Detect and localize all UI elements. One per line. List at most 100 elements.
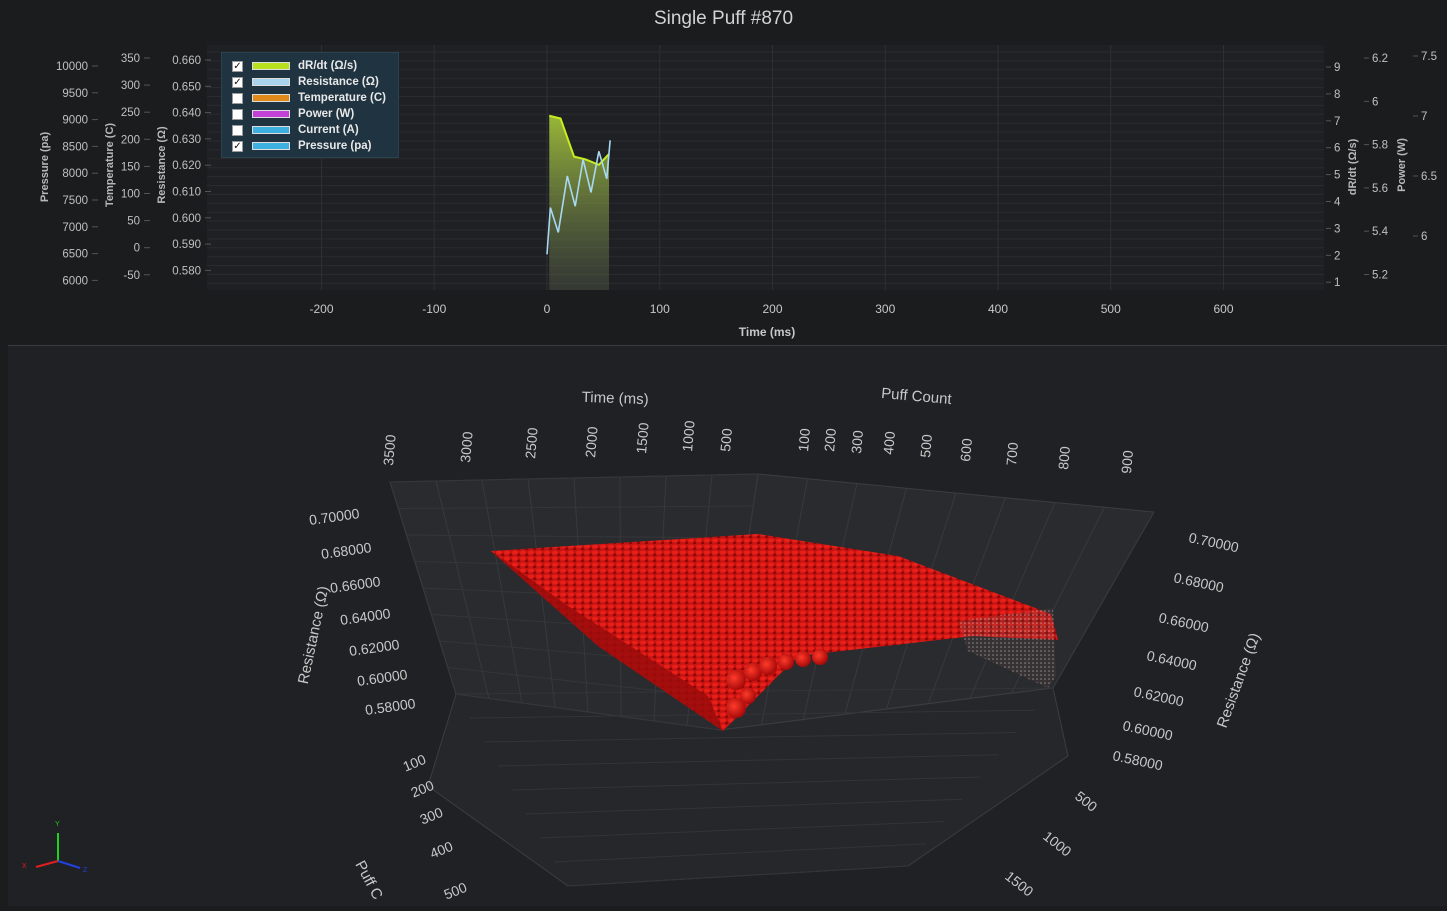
axis-tick-label: 0.62000 xyxy=(348,636,401,659)
axis-tick-label: 3500 xyxy=(380,434,399,467)
axis-tick-label: 0.70000 xyxy=(1187,529,1240,555)
axis-tick-label: 7 xyxy=(1421,111,1427,123)
axis-tick-label: 1500 xyxy=(1002,868,1037,900)
axis-tick-label: 0.68000 xyxy=(320,539,373,562)
legend-swatch xyxy=(252,78,290,86)
puff-count-left-label: Puff C xyxy=(351,858,386,903)
axis-tick-label: 2 xyxy=(1334,250,1340,262)
axis-tick-label: 1000 xyxy=(1040,828,1075,860)
resistance-axis-right: 0.70000 0.68000 0.66000 0.64000 0.62000 0.600… xyxy=(1111,529,1240,773)
axis-tick-label: 0.650 xyxy=(172,81,201,93)
gizmo-z-axis xyxy=(57,860,81,869)
axis-tick-label: 100 xyxy=(795,427,813,452)
axis-tick-label: 0.600 xyxy=(172,213,201,225)
axis-tick-label: 250 xyxy=(121,107,140,119)
axis-tick-label: -50 xyxy=(123,270,140,282)
axis-tick-label: 0.64000 xyxy=(339,605,392,628)
axis-tick-label: 900 xyxy=(1118,449,1136,474)
resistance-axis-label: Resistance (Ω) xyxy=(156,126,168,204)
legend-swatch xyxy=(252,94,290,102)
axis-tick-label: 700 xyxy=(1003,441,1021,466)
extra-axis: 7.5 7 6.5 6 xyxy=(1413,51,1437,243)
gizmo-y-label: Y xyxy=(55,821,60,828)
legend-item[interactable]: Temperature (C) xyxy=(232,91,397,107)
time-axis: -200 -100 0 100 200 300 400 500 600 xyxy=(309,302,1233,316)
axis-tick-label: 8000 xyxy=(62,168,88,180)
highlight-dot xyxy=(812,649,828,665)
axis-tick-label: 400 xyxy=(427,838,455,862)
gizmo-z-label: Z xyxy=(83,867,88,874)
axis-tick-label: 600 xyxy=(957,437,975,462)
temperature-axis-label: Temperature (C) xyxy=(104,123,116,207)
axis-tick-label: 400 xyxy=(880,430,898,455)
axis-tick-label: 0.610 xyxy=(172,187,201,199)
axis-tick-label: 0.620 xyxy=(172,160,201,172)
time-axis-right: 500 10001500 xyxy=(1002,788,1100,900)
axis-tick-label: 150 xyxy=(121,161,140,173)
axis-tick-label: 800 xyxy=(1055,445,1073,470)
axis-tick-label: 7500 xyxy=(62,195,88,207)
axis-tick-label: 0.66000 xyxy=(1157,609,1210,635)
axis-tick-label: 200 xyxy=(762,302,782,316)
scatter-3d-chart[interactable]: 3500 3000 2500 2000 1500 1000 500 100 200 300 400… xyxy=(8,346,1447,906)
axis-tick-label: 5.2 xyxy=(1372,270,1388,282)
axis-tick-label: 0.70000 xyxy=(308,505,361,528)
legend-checkbox[interactable]: ✓ xyxy=(232,61,243,72)
axis-tick-label: 100 xyxy=(650,302,670,316)
axis-tick-label: 200 xyxy=(821,427,839,452)
axis-tick-label: 300 xyxy=(848,429,866,454)
axis-tick-label: 500 xyxy=(917,433,935,458)
axis-tick-label: 7 xyxy=(1334,116,1340,128)
gizmo-x-axis xyxy=(35,860,59,868)
legend-checkbox[interactable]: ✓ xyxy=(232,77,243,88)
axis-tick-label: 6 xyxy=(1421,231,1427,243)
puff-history-3d-panel[interactable]: 3500 3000 2500 2000 1500 1000 500 100 200 300 400… xyxy=(8,346,1447,906)
legend-checkbox[interactable] xyxy=(232,93,243,104)
axis-tick-label: 0.64000 xyxy=(1145,647,1198,673)
axis-tick-label: 0.590 xyxy=(172,239,201,251)
axis-tick-label: 0.660 xyxy=(172,55,201,67)
legend-item[interactable]: Current (A) xyxy=(232,123,397,139)
axis-tick-label: 0.60000 xyxy=(1121,717,1174,743)
legend-item[interactable]: Power (W) xyxy=(232,107,397,123)
legend-item[interactable]: ✓ Pressure (pa) xyxy=(232,139,397,155)
legend-label: Temperature (C) xyxy=(298,92,386,104)
axis-tick-label: 500 xyxy=(1101,302,1121,316)
axis-tick-label: 100 xyxy=(121,189,140,201)
axis-tick-label: 300 xyxy=(121,80,140,92)
axis-tick-label: 0.630 xyxy=(172,134,201,146)
power-axis: 6.2 6 5.8 5.6 5.4 5.2 xyxy=(1364,53,1389,282)
axis-tick-label: 1000 xyxy=(679,420,698,453)
pressure-axis-label: Pressure (pa) xyxy=(39,132,51,203)
highlight-dot xyxy=(726,670,746,690)
axis-tick-label: 5.4 xyxy=(1372,226,1389,238)
axis-tick-label: -100 xyxy=(422,302,446,316)
legend-checkbox[interactable] xyxy=(232,125,243,136)
legend-swatch xyxy=(252,142,290,150)
chart-legend: ✓ dR/dt (Ω/s) ✓ Resistance (Ω) Temperature (… xyxy=(221,52,399,158)
legend-checkbox[interactable]: ✓ xyxy=(232,141,243,152)
legend-label: Pressure (pa) xyxy=(298,140,372,152)
axis-tick-label: 2500 xyxy=(522,427,541,460)
axis-tick-label: 0.66000 xyxy=(329,573,382,596)
axis-tick-label: 0.62000 xyxy=(1132,683,1185,709)
single-puff-chart[interactable]: 1000095009000850080007500700065006000 35… xyxy=(0,0,1447,345)
axis-tick-label: 400 xyxy=(988,302,1008,316)
legend-checkbox[interactable] xyxy=(232,109,243,120)
gizmo-x-label: X xyxy=(22,863,27,870)
axis-tick-label: 3000 xyxy=(457,431,476,464)
legend-swatch xyxy=(252,62,290,70)
axis-tick-label: 50 xyxy=(127,216,140,228)
highlight-dot xyxy=(759,657,777,675)
time-axis-label: Time (ms) xyxy=(739,325,795,339)
axis-tick-label: 8 xyxy=(1334,89,1340,101)
axis-tick-label: -200 xyxy=(309,302,333,316)
legend-item[interactable]: ✓ dR/dt (Ω/s) xyxy=(232,59,397,75)
puff-count-axis-label: Puff Count xyxy=(880,385,953,408)
axis-tick-label: 6 xyxy=(1334,143,1340,155)
axis-tick-label: 1500 xyxy=(633,422,652,455)
time-axis-3d-label: Time (ms) xyxy=(581,389,648,408)
axis-tick-label: 1 xyxy=(1334,277,1340,289)
axis-tick-label: 7.5 xyxy=(1421,51,1437,63)
legend-item[interactable]: ✓ Resistance (Ω) xyxy=(232,75,397,91)
